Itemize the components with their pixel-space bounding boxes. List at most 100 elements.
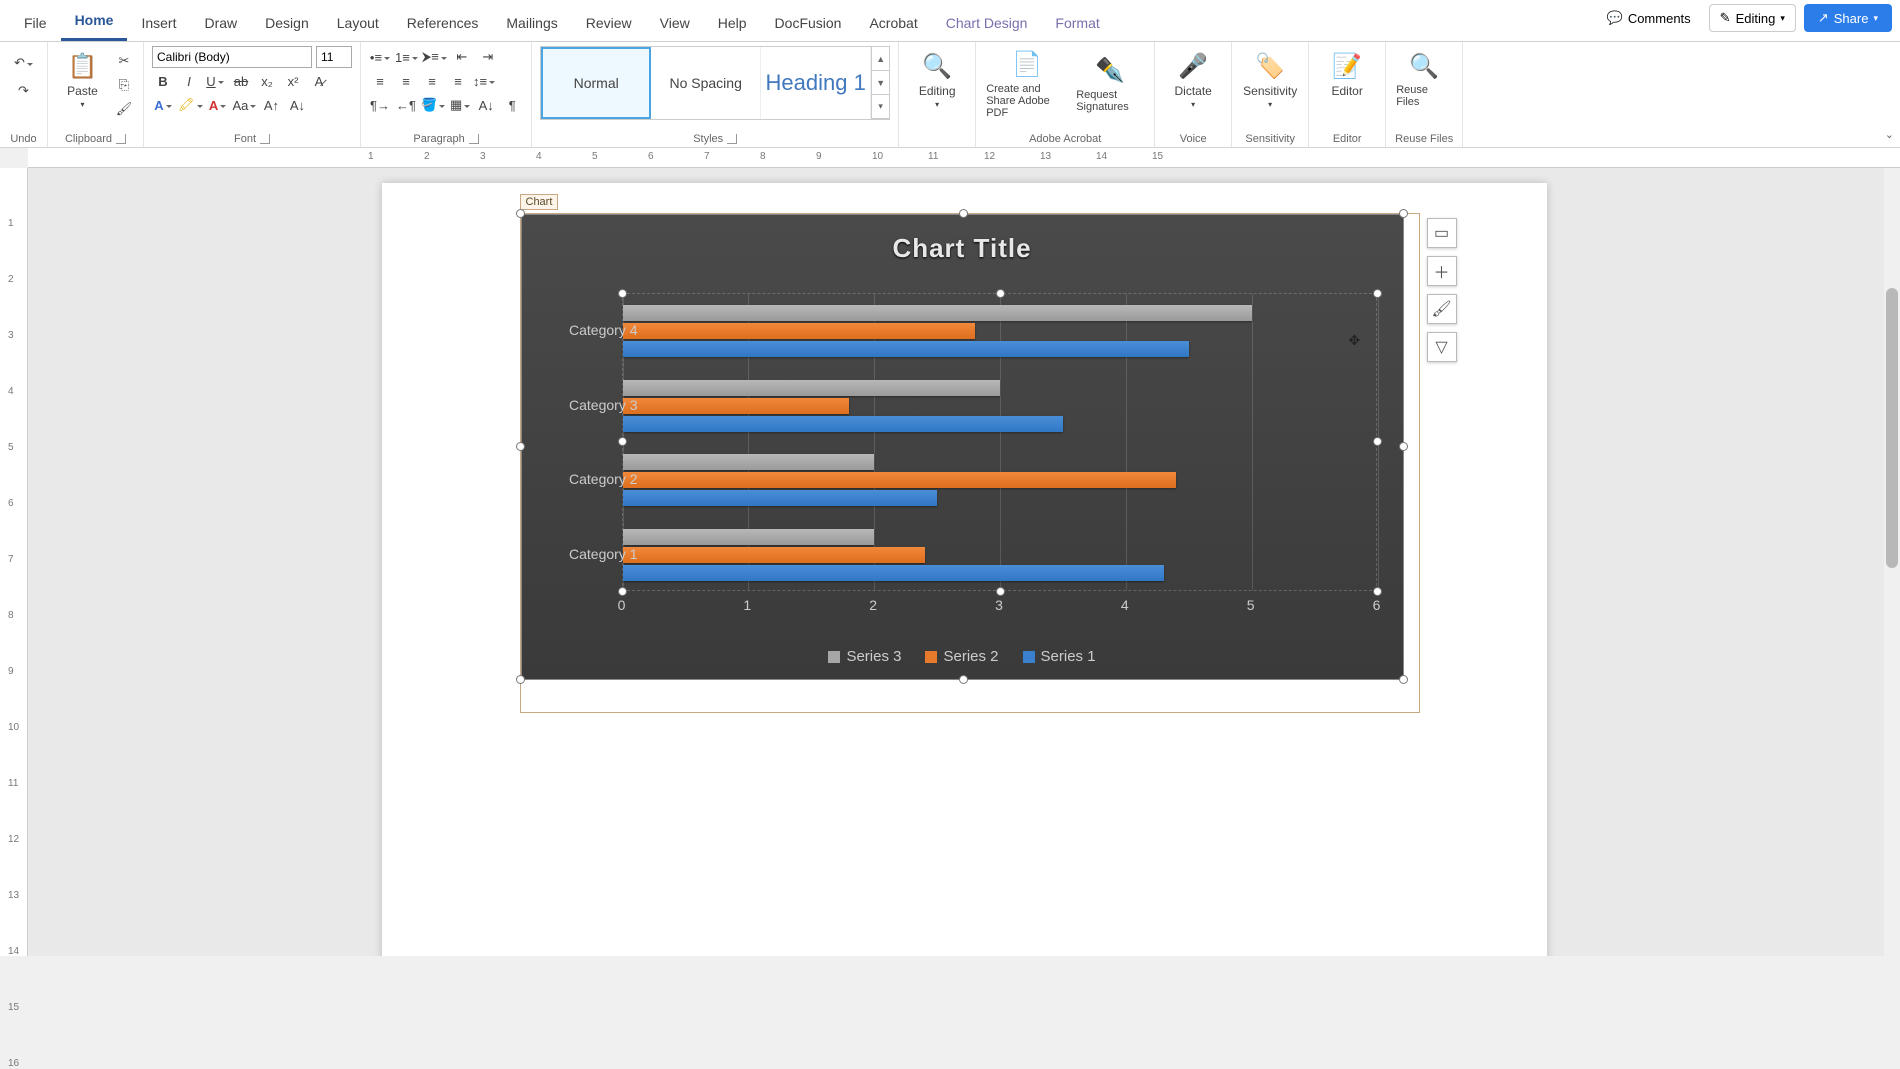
bar-series-2-category-4[interactable] [623, 323, 975, 339]
bar-series-3-category-3[interactable] [623, 380, 1001, 396]
object-handle-n[interactable] [959, 209, 968, 218]
increase-indent-button[interactable]: ⇥ [477, 46, 499, 68]
align-left-button[interactable]: ≡ [369, 70, 391, 92]
align-right-button[interactable]: ≡ [421, 70, 443, 92]
bar-series-3-category-4[interactable] [623, 305, 1252, 321]
scrollbar-thumb[interactable] [1886, 288, 1898, 568]
text-effects-button[interactable]: A [152, 94, 174, 116]
bar-series-3-category-2[interactable] [623, 454, 875, 470]
show-marks-button[interactable]: ¶ [501, 94, 523, 116]
chart-filters-button[interactable]: ▽ [1427, 332, 1457, 362]
tab-docfusion[interactable]: DocFusion [761, 7, 856, 41]
legend-item[interactable]: Series 2 [925, 648, 998, 665]
font-name-combo[interactable] [152, 46, 312, 68]
tab-review[interactable]: Review [572, 7, 646, 41]
editor-button[interactable]: 📝 Editor [1317, 46, 1377, 102]
chart-elements-button[interactable]: ＋ [1427, 256, 1457, 286]
object-handle-e[interactable] [1399, 442, 1408, 451]
copy-button[interactable]: ⎘ [113, 74, 135, 96]
chart-title[interactable]: Chart Title [522, 215, 1403, 264]
plot-handle-n[interactable] [996, 289, 1005, 298]
bar-series-2-category-1[interactable] [623, 547, 925, 563]
object-handle-se[interactable] [1399, 675, 1408, 684]
vertical-scrollbar[interactable] [1884, 168, 1900, 956]
highlight-button[interactable]: 🖍 [178, 94, 203, 116]
object-handle-nw[interactable] [516, 209, 525, 218]
bar-series-3-category-1[interactable] [623, 529, 875, 545]
styles-scroll-up[interactable]: ▲ [872, 47, 889, 71]
tab-draw[interactable]: Draw [190, 7, 251, 41]
legend-item[interactable]: Series 1 [1023, 648, 1096, 665]
bold-button[interactable]: B [152, 70, 174, 92]
italic-button[interactable]: I [178, 70, 200, 92]
plot-handle-s[interactable] [996, 587, 1005, 596]
chart-area[interactable]: Chart Title 0123456 Series 3Series 2Seri… [521, 214, 1404, 680]
layout-options-button[interactable]: ▭ [1427, 218, 1457, 248]
bar-series-1-category-4[interactable] [623, 341, 1189, 357]
document-canvas[interactable]: Chart Chart Title 0123456 Series 3Series… [28, 168, 1900, 956]
bar-series-1-category-2[interactable] [623, 490, 938, 506]
justify-button[interactable]: ≡ [447, 70, 469, 92]
format-painter-button[interactable]: 🖌 [113, 98, 135, 120]
tab-help[interactable]: Help [704, 7, 761, 41]
editing-dropdown[interactable]: 🔍 Editing ▾ [907, 46, 967, 113]
object-handle-s[interactable] [959, 675, 968, 684]
clear-format-button[interactable]: A̷ [308, 70, 330, 92]
plot-handle-e[interactable] [1373, 437, 1382, 446]
cut-button[interactable]: ✂ [113, 50, 135, 72]
bar-series-1-category-1[interactable] [623, 565, 1164, 581]
plot-handle-nw[interactable] [618, 289, 627, 298]
collapse-ribbon-button[interactable]: ⌄ [1885, 128, 1894, 141]
plot-handle-ne[interactable] [1373, 289, 1382, 298]
create-pdf-button[interactable]: 📄 Create and Share Adobe PDF [984, 45, 1070, 123]
style-heading-1[interactable]: Heading 1 [761, 47, 871, 119]
tab-acrobat[interactable]: Acrobat [855, 7, 931, 41]
editing-mode-button[interactable]: ✎ Editing ▾ [1709, 4, 1796, 32]
vertical-ruler[interactable]: 12345678910111213141516 [0, 168, 28, 956]
underline-button[interactable]: U [204, 70, 226, 92]
sort-button[interactable]: A↓ [475, 94, 497, 116]
plot-handle-sw[interactable] [618, 587, 627, 596]
plot-handle-se[interactable] [1373, 587, 1382, 596]
bullets-button[interactable]: •≡ [369, 46, 391, 68]
align-center-button[interactable]: ≡ [395, 70, 417, 92]
line-spacing-button[interactable]: ↕≡ [473, 70, 495, 92]
tab-references[interactable]: References [393, 7, 493, 41]
tab-view[interactable]: View [646, 7, 704, 41]
chart-object[interactable]: Chart Chart Title 0123456 Series 3Series… [520, 213, 1420, 713]
horizontal-ruler[interactable]: 123456789101112131415 [28, 148, 1900, 168]
style-normal[interactable]: Normal [541, 47, 651, 119]
undo-button[interactable]: ↶ [13, 52, 35, 74]
tab-home[interactable]: Home [61, 4, 128, 41]
change-case-button[interactable]: Aa [233, 94, 257, 116]
numbering-button[interactable]: 1≡ [395, 46, 418, 68]
x-axis[interactable]: 0123456 [622, 597, 1377, 619]
styles-launcher[interactable] [727, 134, 737, 144]
legend-item[interactable]: Series 3 [828, 648, 901, 665]
superscript-button[interactable]: x² [282, 70, 304, 92]
shrink-font-button[interactable]: A↓ [286, 94, 308, 116]
paragraph-launcher[interactable] [469, 134, 479, 144]
font-color-button[interactable]: A [207, 94, 229, 116]
shading-button[interactable]: 🪣 [421, 94, 445, 116]
plot-area[interactable] [622, 293, 1377, 591]
rtl-button[interactable]: ←¶ [395, 94, 417, 116]
redo-button[interactable]: ↷ [13, 80, 35, 102]
tab-design[interactable]: Design [251, 7, 323, 41]
plot-handle-w[interactable] [618, 437, 627, 446]
tab-mailings[interactable]: Mailings [492, 7, 571, 41]
legend[interactable]: Series 3 Series 2 Series 1 [522, 648, 1403, 665]
object-handle-w[interactable] [516, 442, 525, 451]
grow-font-button[interactable]: A↑ [260, 94, 282, 116]
bar-series-1-category-3[interactable] [623, 416, 1063, 432]
paste-button[interactable]: 📋 Paste ▾ [56, 46, 109, 113]
clipboard-launcher[interactable] [116, 134, 126, 144]
styles-expand[interactable]: ▾ [872, 95, 889, 119]
sensitivity-button[interactable]: 🏷️ Sensitivity ▾ [1240, 46, 1300, 113]
comments-button[interactable]: 💬 Comments [1597, 5, 1701, 31]
strikethrough-button[interactable]: ab [230, 70, 252, 92]
font-launcher[interactable] [260, 134, 270, 144]
tab-chart-design[interactable]: Chart Design [932, 7, 1042, 41]
styles-scroll-down[interactable]: ▼ [872, 71, 889, 95]
reuse-files-button[interactable]: 🔍 Reuse Files [1394, 46, 1454, 112]
